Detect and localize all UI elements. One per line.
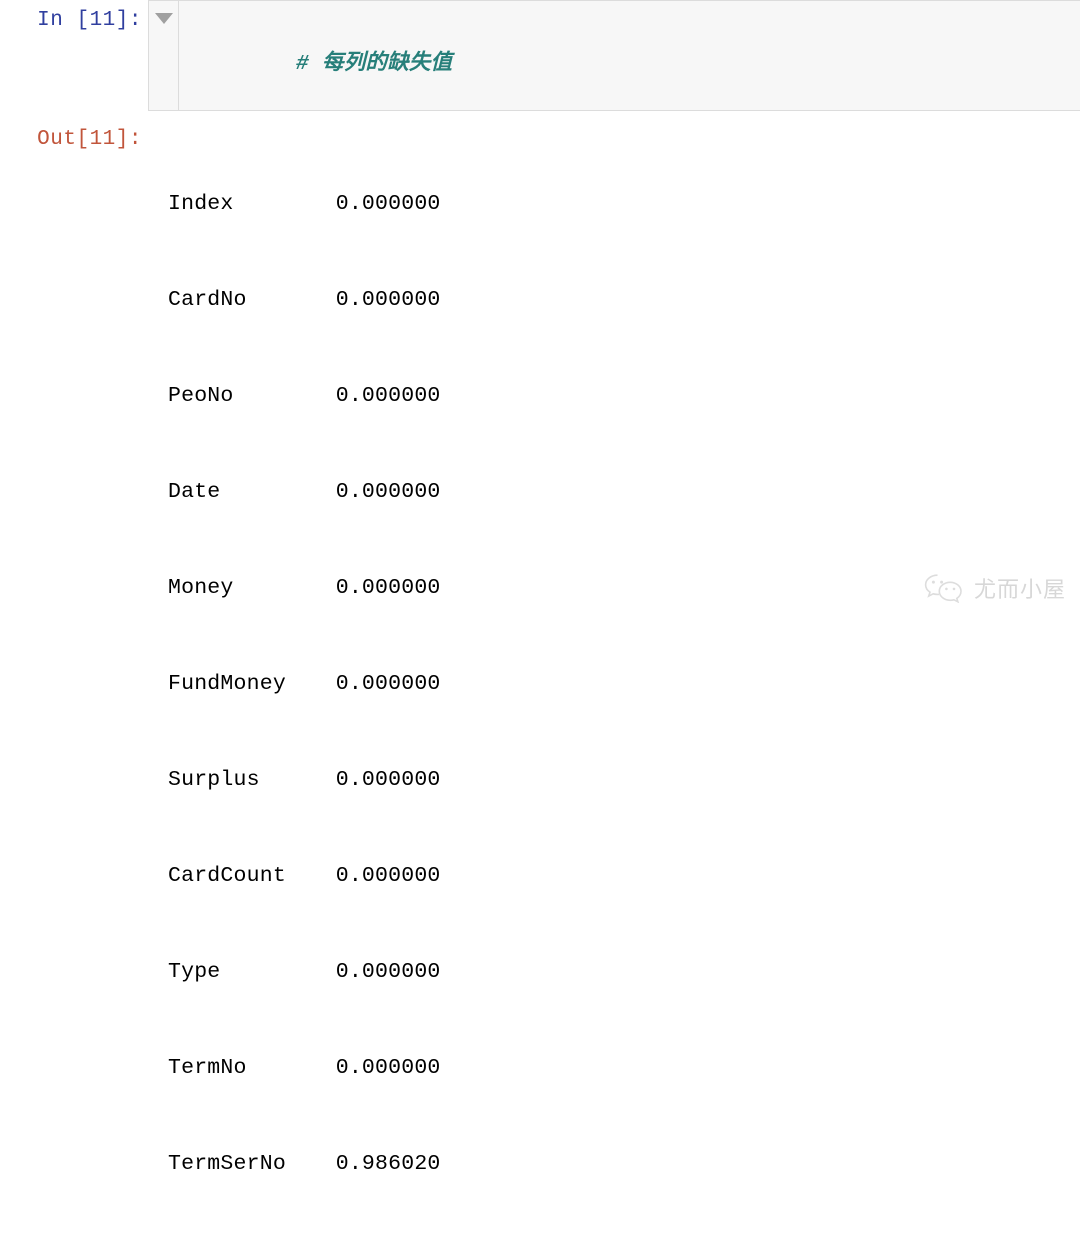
series-index-label: CardCount bbox=[168, 864, 286, 888]
series-index-label: Surplus bbox=[168, 768, 260, 792]
watermark-text: 尤而小屋 bbox=[973, 578, 1066, 603]
series-value: 0.000000 bbox=[335, 960, 441, 984]
code-line-comment: # 每列的缺失值 bbox=[191, 7, 1080, 110]
notebook-input-cell[interactable]: In [11]: # 每列的缺失值 df2.apply(lambda x : s… bbox=[0, 0, 1080, 112]
series-index-label: CardNo bbox=[168, 288, 247, 312]
series-index-label: TermSerNo bbox=[168, 1152, 286, 1176]
notebook-output-cell: Out[11]: Index 0.000000 CardNo 0.000000 Pe… bbox=[0, 124, 1080, 1248]
series-value: 0.000000 bbox=[335, 672, 441, 696]
code-editor-area[interactable]: # 每列的缺失值 df2.apply(lambda x : sum(x.isnu… bbox=[179, 1, 1080, 110]
list-item: Type 0.000000 bbox=[168, 956, 1080, 988]
chevron-down-triangle-icon[interactable] bbox=[154, 13, 173, 110]
output-prompt-label: Out[11]: bbox=[37, 128, 142, 151]
series-index-label: Type bbox=[168, 960, 221, 984]
wechat-logo-icon bbox=[923, 573, 965, 603]
series-index-label: TermNo bbox=[168, 1056, 247, 1080]
series-value: 0.000000 bbox=[335, 192, 441, 216]
series-value: 0.000000 bbox=[335, 576, 441, 600]
series-value: 0.000000 bbox=[335, 1056, 441, 1080]
watermark: 尤而小屋 bbox=[923, 572, 1066, 604]
series-index-label: Date bbox=[168, 480, 221, 504]
series-index-label: Money bbox=[168, 576, 234, 600]
input-prompt-label: In [11]: bbox=[37, 9, 142, 32]
list-item: CardCount 0.000000 bbox=[168, 860, 1080, 892]
series-value: 0.000000 bbox=[335, 288, 441, 312]
list-item: CardNo 0.000000 bbox=[168, 284, 1080, 316]
list-item: PeoNo 0.000000 bbox=[168, 380, 1080, 412]
series-index-label: Index bbox=[168, 192, 234, 216]
output-series-text: Index 0.000000 CardNo 0.000000 PeoNo 0.0000… bbox=[148, 124, 1080, 1248]
list-item: TermSerNo 0.986020 bbox=[168, 1148, 1080, 1180]
list-item: conOperNo0.999517 bbox=[168, 1244, 1080, 1248]
list-item: Index 0.000000 bbox=[168, 188, 1080, 220]
series-value: 0.000000 bbox=[335, 384, 441, 408]
list-item: FundMoney 0.000000 bbox=[168, 668, 1080, 700]
series-value: 0.999517 bbox=[336, 1244, 441, 1248]
series-value: 0.000000 bbox=[335, 864, 441, 888]
list-item: Surplus 0.000000 bbox=[168, 764, 1080, 796]
code-token-comment: # 每列的缺失值 bbox=[295, 52, 453, 76]
cell-collapser[interactable] bbox=[149, 1, 179, 110]
series-value: 0.000000 bbox=[335, 480, 441, 504]
series-index-label: FundMoney bbox=[168, 672, 286, 696]
series-index-label: conOperNo bbox=[168, 1244, 336, 1248]
list-item: Date 0.000000 bbox=[168, 476, 1080, 508]
input-cell-body[interactable]: # 每列的缺失值 df2.apply(lambda x : sum(x.isnu… bbox=[148, 0, 1080, 111]
series-index-label: PeoNo bbox=[168, 384, 234, 408]
series-value: 0.986020 bbox=[335, 1152, 441, 1176]
list-item: TermNo 0.000000 bbox=[168, 1052, 1080, 1084]
series-value: 0.000000 bbox=[335, 768, 441, 792]
